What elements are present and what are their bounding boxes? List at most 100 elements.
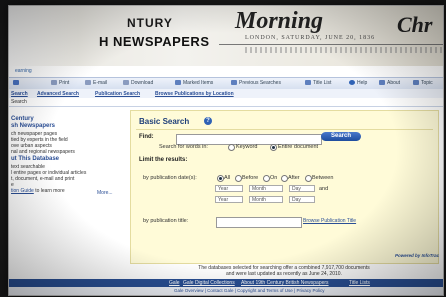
about-icon [379,80,385,85]
find-label: Find: [139,134,154,140]
sidebar-guide-text: to learn more [35,188,65,194]
footer-bar: Gale Gale Digital Collections About 19th… [9,279,443,287]
sub-footer-links[interactable]: Gale Overview | Contact Gale | Copyright… [174,288,324,293]
day-select-end[interactable]: Day [289,196,315,203]
footer-link-gale[interactable]: Gale [169,280,180,286]
home-icon [13,80,19,85]
sub-footer: Gale Overview | Contact Gale | Copyright… [9,287,443,295]
footer-link-title-lists[interactable]: Title Lists [349,280,370,286]
page: NTURY H NEWSPAPERS Morning Chr LONDON, S… [0,0,446,297]
sidebar-guide-line: tion Guide to learn more [11,188,65,194]
stats-line: and were last updated as recently as Jun… [226,271,342,277]
browse-titles-link[interactable]: Browse Publication Title [303,218,356,224]
sidebar-more-link[interactable]: More... [97,190,113,196]
download-icon [123,80,129,85]
date-after-radio[interactable] [281,175,288,182]
footer-link-about[interactable]: About 19th Century British Newspapers [241,280,329,286]
masthead-text: Morning [235,8,324,34]
masthead-subtitle: LONDON, SATURDAY, JUNE 20, 1836 [245,35,376,41]
date-all-radio[interactable] [217,175,224,182]
topic-icon [413,80,419,85]
toolbar-label: E-mail [93,80,108,86]
browser-screenshot: NTURY H NEWSPAPERS Morning Chr LONDON, S… [8,5,444,296]
header-banner: NTURY H NEWSPAPERS Morning Chr LONDON, S… [9,6,443,66]
date-on-radio[interactable] [263,175,270,182]
month-select[interactable]: Month [249,185,283,192]
toolbar-marked-items[interactable]: Marked Items [175,80,213,86]
keyword-label: Keyword [236,144,258,150]
search-nav: Search Advanced Search Publication Searc… [9,89,443,98]
toolbar-download[interactable]: Download [123,80,153,86]
date-after-label: After [288,175,300,181]
toolbar-print[interactable]: Print [51,80,69,86]
marked-items-icon [175,80,181,85]
limit-results-label: Limit the results: [139,157,188,163]
sidebar-heading: Century [11,116,34,122]
toolbar-title-list[interactable]: Title List [305,80,331,86]
banner-title-line1: NTURY [127,16,173,30]
entire-document-label: Entire document [278,144,319,150]
help-icon [349,80,355,85]
toolbar-label: Marked Items [183,80,214,86]
pubtitle-input[interactable] [216,217,302,228]
nav-search[interactable]: Search [11,91,28,97]
powered-by: Powered by InfoTrac [395,253,440,258]
toolbar-previous-searches[interactable]: Previous Searches [231,80,281,86]
banner-fade [9,6,79,66]
toolbar-about[interactable]: About [379,80,400,86]
sidebar-text: t, document, e-mail and print [11,176,75,182]
toolbar-label: Topic [421,80,433,86]
toolbar-email[interactable]: E-mail [85,80,107,86]
search-for-label: Search for words in: [159,144,208,150]
date-between-radio[interactable] [305,175,312,182]
nav-browse-by-location[interactable]: Browse Publications by Location [155,91,234,97]
pubtitle-label: by publication title: [143,218,189,224]
entire-document-radio[interactable] [270,144,277,151]
keyword-radio[interactable] [228,144,235,151]
masthead-fineprint [245,47,443,53]
date-before-label: Before [242,175,259,181]
toolbar-home[interactable] [13,80,21,86]
sidebar-about-heading: ut This Database [11,156,60,162]
masthead-text-2: Chr [397,12,433,37]
toolbar-topic[interactable]: Topic [413,80,433,86]
nav-publication-search[interactable]: Publication Search [95,91,140,97]
sidebar-text: nal and regional newspapers [11,149,75,155]
top-link[interactable]: earning [15,68,32,74]
search-button[interactable]: Search [321,132,361,141]
panel-divider [136,129,433,130]
divider [9,106,443,107]
breadcrumb: Search [11,99,27,105]
email-icon [85,80,91,85]
footer-link-collections[interactable]: Gale Digital Collections [183,280,235,286]
toolbar-label: Download [131,80,154,86]
banner-title-line2: H NEWSPAPERS [99,34,210,49]
date-before-radio[interactable] [235,175,242,182]
date-on-label: On [270,175,278,181]
toolbar-label: Help [357,80,368,86]
month-select-end[interactable]: Month [249,196,283,203]
toolbar-label: Title List [313,80,332,86]
pubdate-label: by publication date(s): [143,175,197,181]
nav-advanced-search[interactable]: Advanced Search [37,91,79,97]
masthead-rule [219,44,443,45]
and-label: and [319,186,329,192]
sidebar: Century sh Newspapers ch newspaper pages… [9,110,119,260]
panel-title: Basic Search [139,117,190,126]
basic-search-panel: Basic Search ? Find: Search Search for w… [130,110,439,264]
title-list-icon [305,80,311,85]
print-icon [51,80,57,85]
help-icon[interactable]: ? [204,117,212,125]
toolbar-label: About [387,80,401,86]
sidebar-heading-2: sh Newspapers [11,123,56,129]
sidebar-guide-link[interactable]: tion Guide [11,188,34,194]
toolbar-help[interactable]: Help [349,80,367,86]
toolbar-label: Print [59,80,70,86]
year-select[interactable]: Year [215,185,243,192]
date-between-label: Between [312,175,334,181]
date-all-label: All [224,175,231,181]
day-select[interactable]: Day [289,185,315,192]
year-select-end[interactable]: Year [215,196,243,203]
previous-searches-icon [231,80,237,85]
database-stats: The databases selected for searching off… [159,265,409,277]
